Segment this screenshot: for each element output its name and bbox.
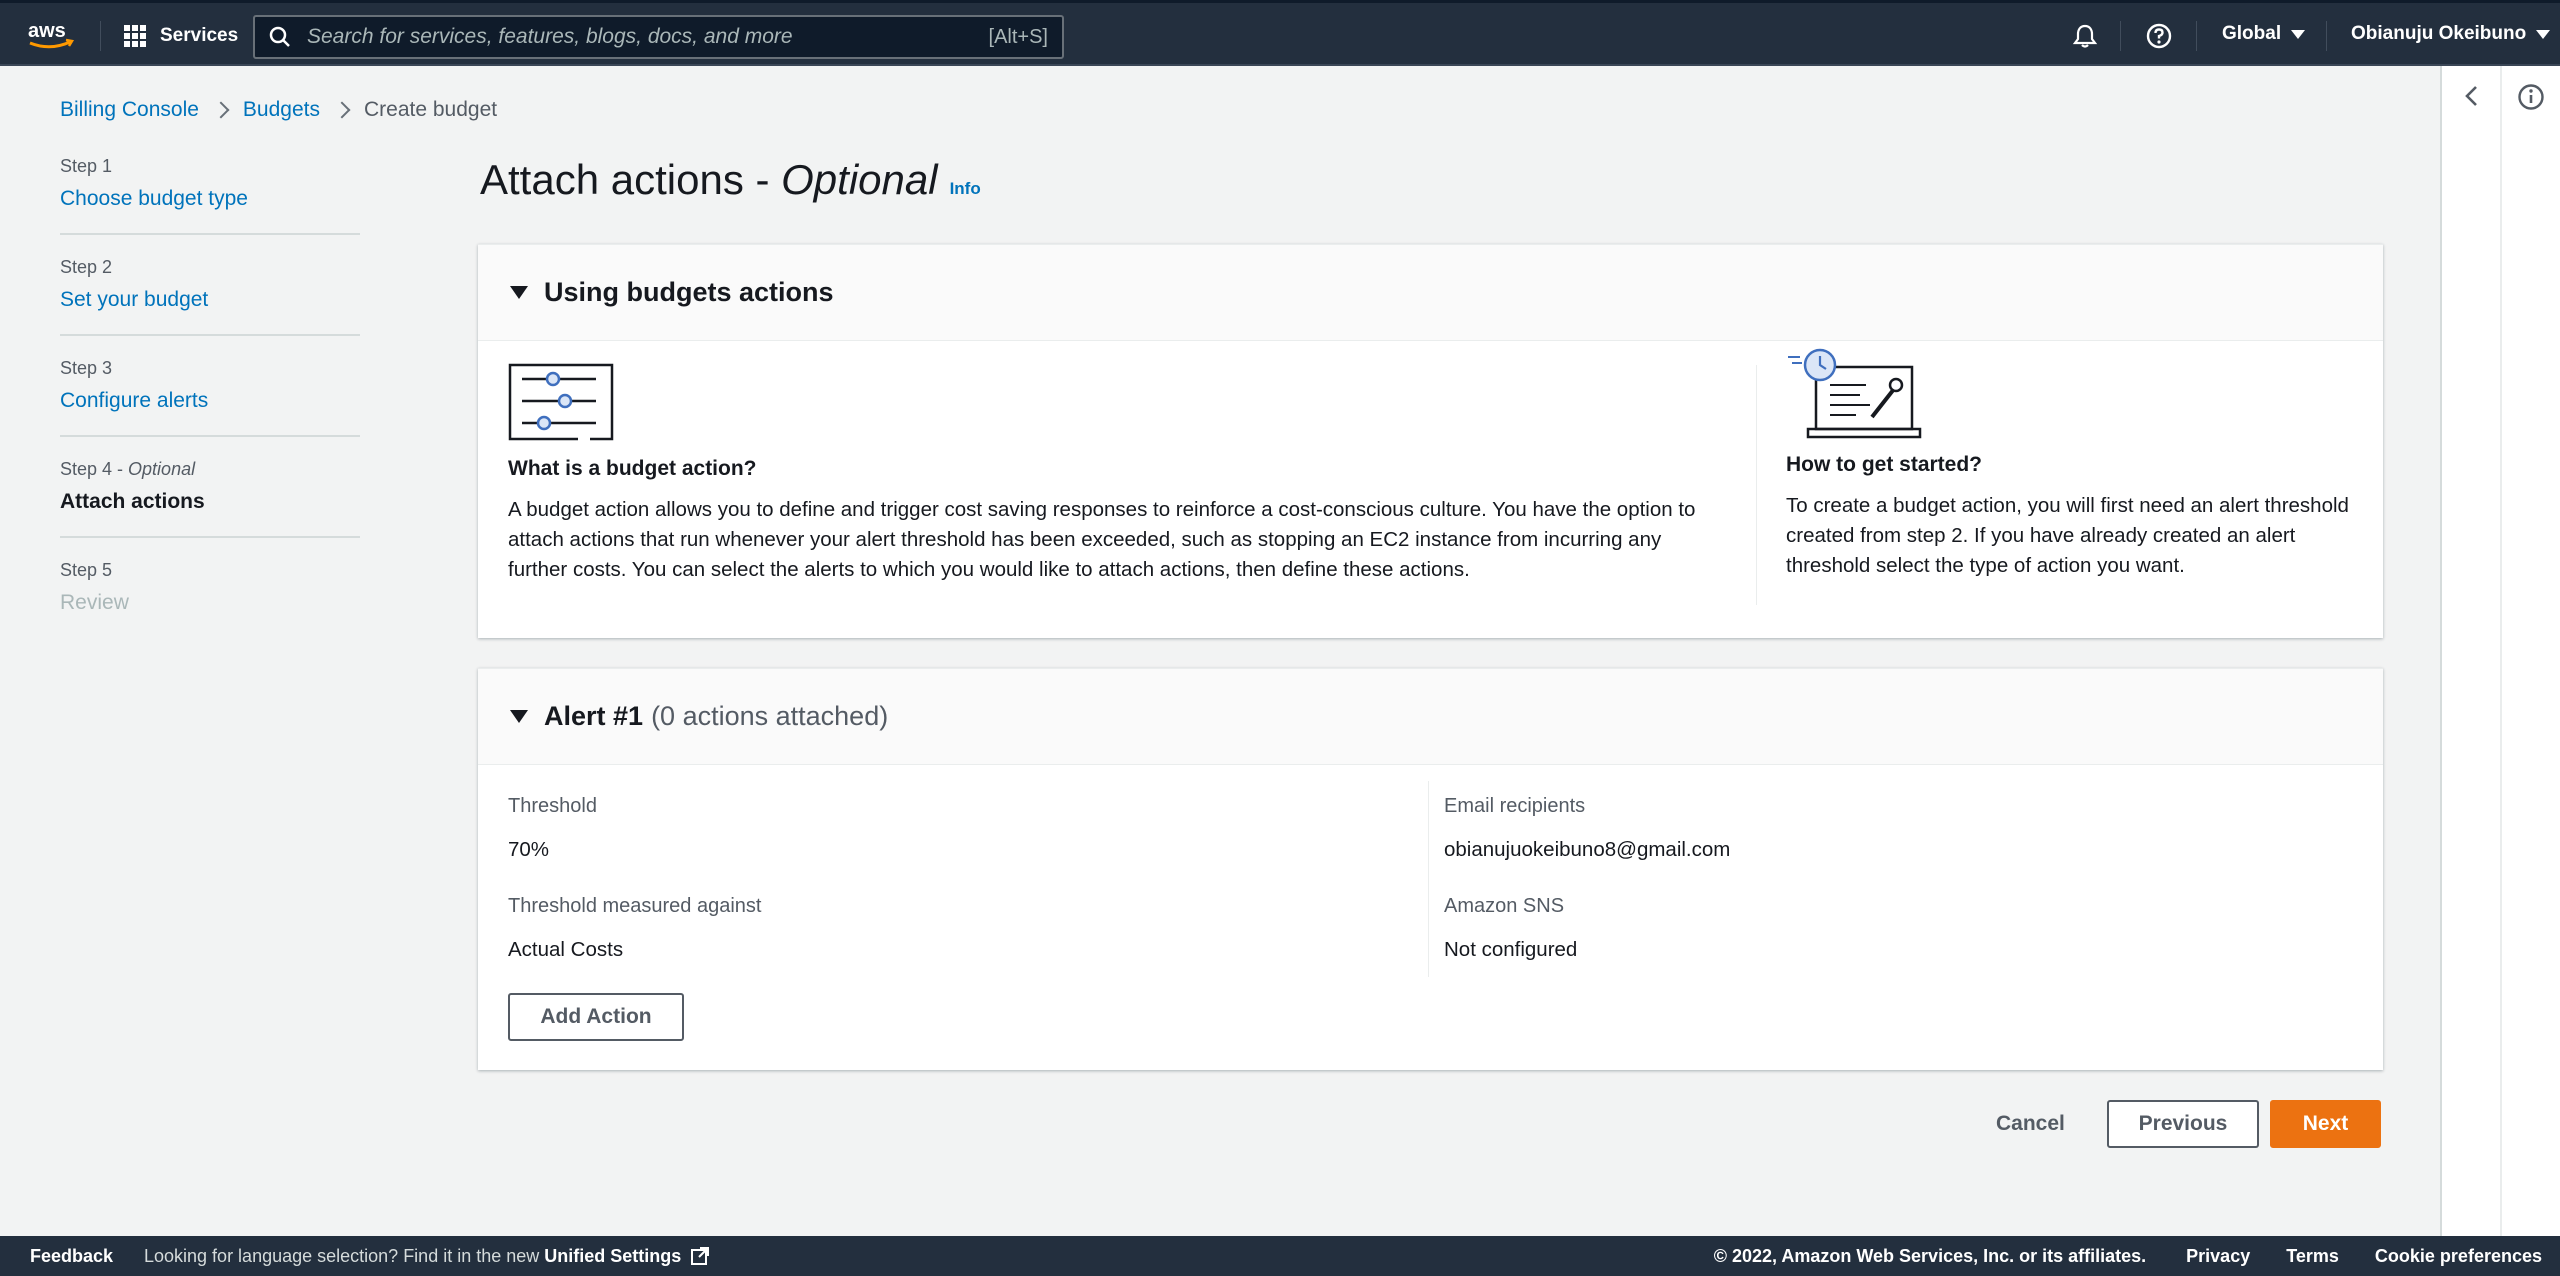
services-label: Services	[160, 25, 239, 46]
caret-expanded-icon	[510, 286, 528, 299]
unified-settings-link[interactable]: Unified Settings	[544, 1246, 681, 1266]
footer-links: © 2022, Amazon Web Services, Inc. or its…	[1714, 1246, 2542, 1267]
search-icon	[269, 26, 290, 47]
threshold-value: 70%	[508, 838, 550, 861]
email-recipients-value: obianujuokeibuno8@gmail.com	[1444, 838, 1731, 861]
how-to-get-started-text: To create a budget action, you will firs…	[1786, 494, 2349, 577]
alert-title: Alert #1	[544, 701, 644, 731]
sliders-illustration-icon	[508, 363, 614, 441]
account-user-label: Obianuju Okeibuno	[2351, 23, 2527, 44]
step-current-attach-actions: Attach actions	[60, 490, 205, 513]
services-menu-button[interactable]: Services	[124, 21, 238, 51]
email-recipients-field: Email recipients obianujuokeibuno8@gmail…	[1444, 795, 1730, 862]
terms-link[interactable]: Terms	[2286, 1246, 2339, 1267]
previous-button[interactable]: Previous	[2107, 1100, 2259, 1148]
copyright-text: © 2022, Amazon Web Services, Inc. or its…	[1713, 1245, 2147, 1266]
grid-icon	[124, 25, 146, 47]
svg-text:aws: aws	[28, 20, 66, 42]
cancel-button[interactable]: Cancel	[1986, 1100, 2075, 1148]
panel-title: Using budgets actions	[544, 277, 834, 307]
what-is-budget-action-text: A budget action allows you to define and…	[508, 498, 1696, 581]
using-budgets-actions-header[interactable]: Using budgets actions	[478, 245, 2383, 341]
help-icon[interactable]	[2144, 21, 2174, 51]
amazon-sns-label: Amazon SNS	[1444, 895, 1565, 917]
breadcrumb-budgets[interactable]: Budgets	[243, 98, 320, 122]
wizard-step-4: Step 4 - Optional Attach actions	[60, 459, 360, 538]
search-input[interactable]	[307, 25, 989, 49]
column-divider	[1756, 365, 1757, 605]
breadcrumb-billing-console[interactable]: Billing Console	[60, 98, 199, 122]
feedback-link[interactable]: Feedback	[30, 1246, 113, 1267]
collapse-panel-icon[interactable]	[2458, 82, 2486, 110]
step-link-set-your-budget[interactable]: Set your budget	[60, 288, 360, 312]
region-label: Global	[2222, 23, 2282, 44]
step-number: Step 4 - Optional	[60, 459, 196, 479]
caret-down-icon	[2536, 29, 2551, 39]
aws-logo[interactable]: aws	[26, 17, 76, 53]
chevron-right-icon	[333, 101, 351, 119]
nav-divider	[2196, 21, 2197, 51]
column-divider	[1428, 781, 1429, 977]
how-to-get-started-column: How to get started? To create a budget a…	[1786, 348, 2356, 581]
footer: Feedback Looking for language selection?…	[0, 1236, 2560, 1276]
right-utility-rail	[2440, 66, 2560, 1236]
rail-divider	[2500, 66, 2502, 1236]
amazon-sns-value: Not configured	[1444, 938, 1578, 961]
next-button[interactable]: Next	[2270, 1100, 2381, 1148]
caret-expanded-icon	[510, 710, 528, 723]
measured-against-value: Actual Costs	[508, 938, 624, 961]
threshold-field: Threshold 70%	[508, 795, 597, 862]
language-notice-text: Looking for language selection? Find it …	[144, 1245, 545, 1266]
step-number: Step 1	[60, 156, 113, 176]
account-menu[interactable]: Obianuju Okeibuno	[2351, 23, 2551, 45]
page-title-optional: Optional	[781, 156, 938, 203]
nav-divider	[2326, 21, 2327, 51]
language-notice: Looking for language selection? Find it …	[144, 1246, 710, 1267]
wizard-steps: Step 1 Choose budget type Step 2 Set you…	[60, 156, 360, 659]
region-selector[interactable]: Global	[2222, 23, 2306, 45]
measured-against-field: Threshold measured against Actual Costs	[508, 895, 761, 962]
measured-against-label: Threshold measured against	[508, 895, 762, 917]
info-panel-icon[interactable]	[2516, 82, 2546, 112]
threshold-label: Threshold	[508, 795, 597, 817]
chevron-right-icon	[212, 101, 230, 119]
what-is-budget-action-heading: What is a budget action?	[508, 457, 757, 480]
search-bar[interactable]: [Alt+S]	[253, 15, 1064, 59]
info-link[interactable]: Info	[950, 179, 981, 198]
alert-actions-count: (0 actions attached)	[651, 701, 889, 731]
step-number: Step 3	[60, 358, 113, 378]
wizard-step-3: Step 3 Configure alerts	[60, 358, 360, 437]
nav-divider	[100, 21, 101, 51]
alert-1-header[interactable]: Alert #1 (0 actions attached)	[478, 669, 2383, 765]
alert-1-panel: Alert #1 (0 actions attached) Threshold …	[478, 668, 2383, 1070]
breadcrumb-current: Create budget	[363, 98, 498, 121]
top-navigation: aws Services [Alt+S] Global	[0, 0, 2560, 66]
step-link-configure-alerts[interactable]: Configure alerts	[60, 389, 360, 413]
wizard-step-2: Step 2 Set your budget	[60, 257, 360, 336]
optional-tag: Optional	[128, 459, 196, 479]
page-title: Attach actions - Optional Info	[480, 156, 981, 203]
step-number: Step 5	[60, 560, 113, 580]
laptop-wrench-illustration-icon	[1788, 348, 1922, 439]
notifications-bell-icon[interactable]	[2070, 21, 2100, 51]
privacy-link[interactable]: Privacy	[2186, 1246, 2250, 1267]
cookie-preferences-link[interactable]: Cookie preferences	[2375, 1246, 2542, 1267]
breadcrumb: Billing Console Budgets Create budget	[60, 98, 497, 122]
amazon-sns-field: Amazon SNS Not configured	[1444, 895, 1577, 962]
external-link-icon	[691, 1246, 710, 1265]
step-link-choose-budget-type[interactable]: Choose budget type	[60, 187, 360, 211]
email-recipients-label: Email recipients	[1444, 795, 1586, 817]
step-label-review: Review	[60, 591, 129, 614]
how-to-get-started-heading: How to get started?	[1786, 453, 1983, 476]
wizard-step-1: Step 1 Choose budget type	[60, 156, 360, 235]
add-action-button[interactable]: Add Action	[508, 993, 684, 1041]
step-number: Step 2	[60, 257, 113, 277]
caret-down-icon	[2291, 29, 2306, 39]
wizard-step-5: Step 5 Review	[60, 560, 360, 637]
what-is-budget-action-column: What is a budget action? A budget action…	[508, 363, 1698, 585]
nav-divider	[2120, 21, 2121, 51]
using-budgets-actions-panel: Using budgets actions What is a budget a…	[478, 244, 2383, 638]
search-shortcut-hint: [Alt+S]	[988, 25, 1048, 48]
